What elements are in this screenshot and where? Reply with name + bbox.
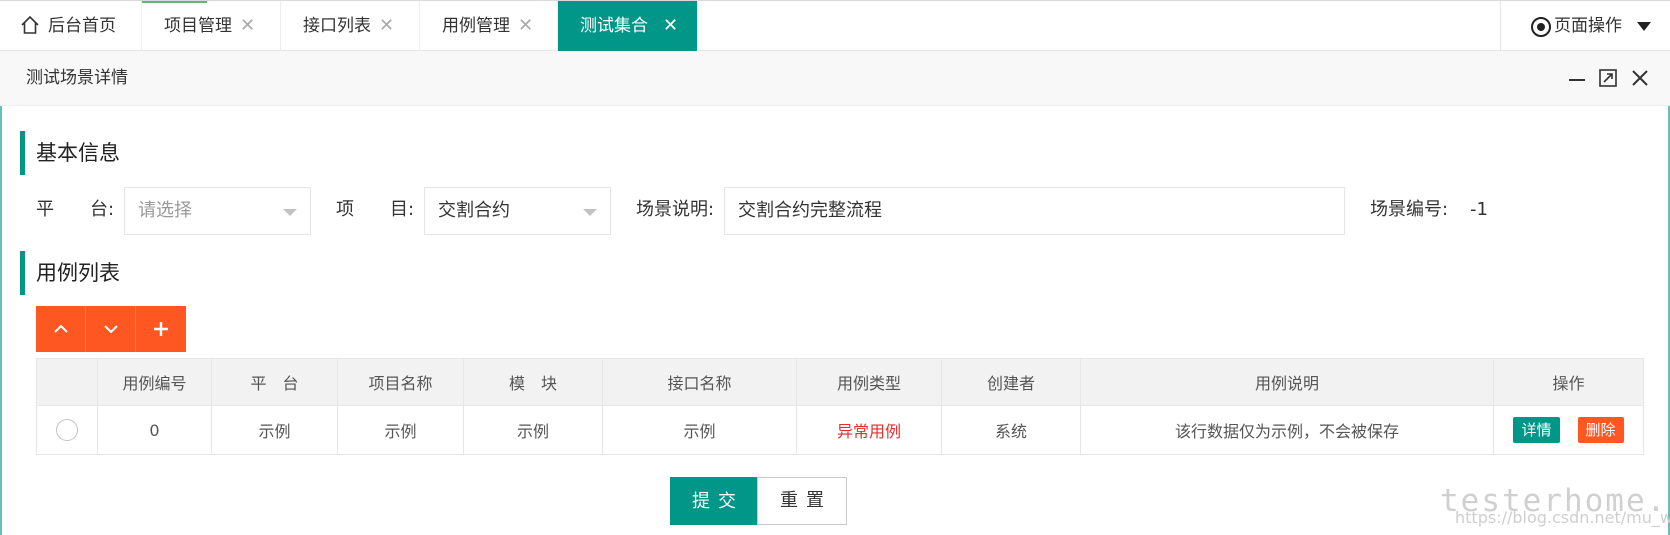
scene-id-value: -1 <box>1470 199 1488 220</box>
home-icon <box>21 15 39 34</box>
section-heading-case-list: 用例列表 <box>20 251 120 295</box>
table-row[interactable]: 0 示例 示例 示例 示例 异常用例 系统 该行数据仅为示例，不会被保存 详情 … <box>37 406 1643 454</box>
row-select-cell <box>37 406 98 454</box>
plus-icon <box>154 322 168 336</box>
caret-down-icon <box>1637 22 1651 31</box>
column-header-case-description: 用例说明 <box>1081 359 1494 405</box>
column-header-select <box>37 359 98 405</box>
tab-label: 项目管理 <box>164 16 232 36</box>
delete-button[interactable]: 删除 <box>1577 417 1624 443</box>
add-case-button[interactable] <box>136 306 186 352</box>
close-icon[interactable]: ✕ <box>379 1 394 51</box>
module-cell: 示例 <box>464 406 603 454</box>
detail-button[interactable]: 详情 <box>1513 417 1560 443</box>
section-heading-basic-info: 基本信息 <box>20 131 120 175</box>
project-select[interactable]: 交割合约 <box>424 187 611 235</box>
tab-label: 后台首页 <box>48 16 116 36</box>
column-header-module: 模 块 <box>464 359 603 405</box>
platform-cell: 示例 <box>212 406 338 454</box>
column-header-operations: 操作 <box>1552 374 1585 393</box>
case-action-buttons <box>36 306 186 352</box>
caret-down-icon <box>583 209 597 216</box>
window-title: 测试场景详情 <box>26 68 128 88</box>
scene-description-input[interactable]: 交割合约完整流程 <box>724 187 1345 235</box>
chevron-down-icon <box>103 325 118 334</box>
window-left-border <box>0 51 2 535</box>
window-header: 测试场景详情 <box>0 51 1670 106</box>
column-header-api-name: 接口名称 <box>603 359 797 405</box>
tab-project-management[interactable]: 项目管理 ✕ <box>142 1 281 51</box>
platform-label: 平 台: <box>36 199 115 220</box>
tab-bar: 后台首页 项目管理 ✕ 接口列表 ✕ 用例管理 ✕ 测试集合 ✕ 页面操作 <box>0 0 1670 51</box>
case-type-cell: 异常用例 <box>797 406 942 454</box>
operations-cell: 详情 删除 <box>1494 406 1643 454</box>
tab-label: 接口列表 <box>303 16 371 36</box>
creator-cell: 系统 <box>942 406 1081 454</box>
close-window-icon[interactable] <box>1629 67 1651 89</box>
tab-case-management[interactable]: 用例管理 ✕ <box>420 1 558 51</box>
column-header-platform: 平 台 <box>212 359 338 405</box>
caret-down-icon <box>283 209 297 216</box>
scene-description-value: 交割合约完整流程 <box>738 200 882 221</box>
project-name-cell: 示例 <box>338 406 464 454</box>
chevron-up-icon <box>53 324 68 333</box>
move-up-button[interactable] <box>36 306 86 352</box>
tab-home[interactable]: 后台首页 <box>0 1 142 51</box>
case-table: 用例编号 平 台 项目名称 模 块 接口名称 用例类型 创建者 用例说明 操作 … <box>36 358 1644 455</box>
column-header-creator: 创建者 <box>942 359 1081 405</box>
submit-button[interactable]: 提交 <box>670 477 758 525</box>
project-select-value: 交割合约 <box>438 200 510 221</box>
platform-select[interactable]: 请选择 <box>124 187 311 235</box>
scene-id-label: 场景编号: <box>1370 199 1449 220</box>
close-icon[interactable]: ✕ <box>663 1 678 51</box>
case-id-cell: 0 <box>98 406 212 454</box>
reset-button[interactable]: 重置 <box>757 477 847 525</box>
move-down-button[interactable] <box>86 306 136 352</box>
column-header-case-type: 用例类型 <box>797 359 942 405</box>
project-label: 项 目: <box>336 199 415 220</box>
maximize-icon[interactable] <box>1597 67 1619 89</box>
page-operations-menu[interactable]: 页面操作 <box>1500 1 1670 51</box>
tab-api-list[interactable]: 接口列表 ✕ <box>281 1 420 51</box>
close-icon[interactable]: ✕ <box>240 1 255 51</box>
watermark-url: https://blog.csdn.net/mu_wind <box>1455 508 1670 527</box>
page-operations-label: 页面操作 <box>1554 16 1622 36</box>
scene-description-label: 场景说明: <box>636 199 715 220</box>
row-radio[interactable] <box>56 419 78 441</box>
case-description-cell: 该行数据仅为示例，不会被保存 <box>1081 406 1494 454</box>
api-name-cell: 示例 <box>603 406 797 454</box>
target-icon <box>1531 17 1551 37</box>
tab-label: 测试集合 <box>580 16 648 36</box>
column-header-case-id: 用例编号 <box>98 359 212 405</box>
tab-test-collection[interactable]: 测试集合 ✕ <box>558 1 698 51</box>
minimize-icon[interactable] <box>1566 67 1588 89</box>
column-header-project-name: 项目名称 <box>338 359 464 405</box>
table-header-row: 用例编号 平 台 项目名称 模 块 接口名称 用例类型 创建者 用例说明 操作 <box>37 359 1643 406</box>
tab-label: 用例管理 <box>442 16 510 36</box>
close-icon[interactable]: ✕ <box>518 1 533 51</box>
platform-placeholder: 请选择 <box>138 200 192 221</box>
